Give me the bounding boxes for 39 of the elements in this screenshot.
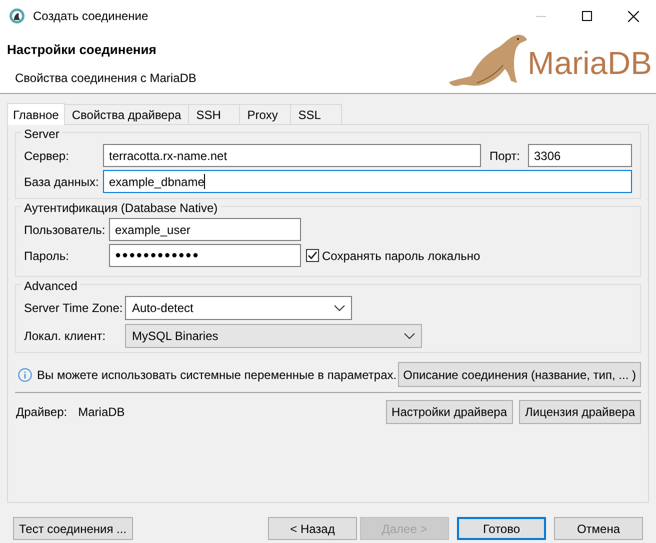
input-field[interactable]: example_user <box>109 218 301 241</box>
info-text: Вы можете использовать системные переменные в параметрах. <box>37 366 397 384</box>
dropdown[interactable]: MySQL Binaries <box>125 324 422 348</box>
wizard-button[interactable]: Готово <box>457 517 546 540</box>
input-field[interactable]: 3306 <box>528 144 632 167</box>
driver-name: MariaDB <box>78 404 125 421</box>
chevron-down-icon <box>334 305 345 311</box>
info-icon <box>18 368 32 382</box>
dialog-subtitle: Свойства соединения с MariaDB <box>15 70 196 86</box>
field-label: Порт: <box>489 148 520 164</box>
field-label: Server Time Zone: <box>24 300 124 317</box>
window-title: Создать соединение <box>33 8 148 25</box>
field-label: База данных: <box>24 174 100 190</box>
input-field[interactable]: example_dbname <box>103 170 632 193</box>
checkbox[interactable] <box>306 249 319 262</box>
field-label: Драйвер: <box>16 404 68 421</box>
input-field[interactable]: ●●●●●●●●●●●● <box>109 244 301 267</box>
tab[interactable]: Proxy <box>239 104 292 124</box>
app-icon <box>9 8 25 24</box>
seal-icon <box>446 33 527 89</box>
driver-button[interactable]: Настройки драйвера <box>386 400 514 424</box>
tab[interactable]: Главное <box>7 103 65 125</box>
field-label: Сервер: <box>24 148 70 164</box>
test-connection-button[interactable]: Тест соединения ... <box>13 517 133 540</box>
logo-text: MariaDB <box>528 47 652 79</box>
field-label: Пароль: <box>24 248 70 264</box>
chevron-down-icon <box>404 333 415 339</box>
tab[interactable]: Свойства драйвера <box>64 104 190 124</box>
field-label: Пользователь: <box>24 222 106 238</box>
wizard-button[interactable]: Отмена <box>554 517 643 540</box>
description-button[interactable]: Описание соединения (название, тип, ... ) <box>398 362 641 387</box>
wizard-button[interactable]: < Назад <box>268 517 357 540</box>
input-field[interactable]: terracotta.rx-name.net <box>103 144 482 167</box>
dropdown[interactable]: Auto-detect <box>125 296 352 320</box>
tab[interactable]: SSL <box>290 104 342 124</box>
field-label: Локал. клиент: <box>24 328 107 345</box>
dialog-heading: Настройки соединения <box>7 41 156 59</box>
checkbox-label: Сохранять пароль локально <box>322 248 480 264</box>
driver-button[interactable]: Лицензия драйвера <box>519 400 641 424</box>
